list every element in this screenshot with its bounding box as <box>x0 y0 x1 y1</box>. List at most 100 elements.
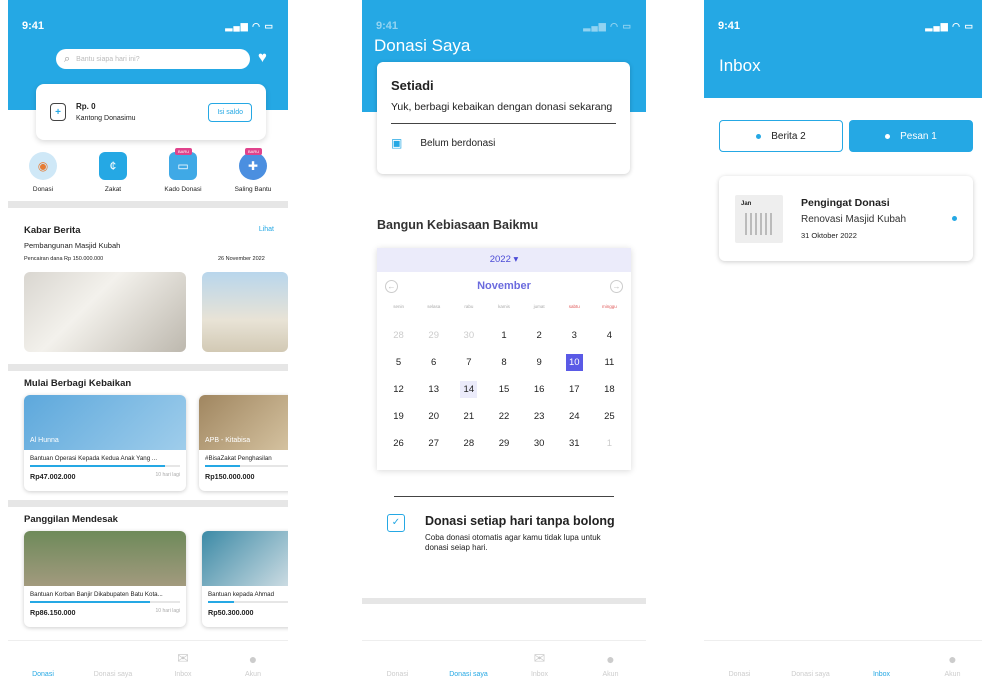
calendar-day[interactable]: 4 <box>592 322 627 349</box>
nav-donasi-saya[interactable]: Donasi saya <box>439 671 499 678</box>
calendar-day[interactable]: 27 <box>416 430 451 457</box>
campaign-amount: Rp50.300.000 <box>208 608 254 617</box>
calendar-day[interactable]: 16 <box>522 376 557 403</box>
calendar-day[interactable]: 31 <box>557 430 592 457</box>
calendar-day[interactable]: 7 <box>451 349 486 376</box>
weekday-label: selasa <box>427 304 441 309</box>
menu-saling-bantu[interactable]: ✚ BARU Saling Bantu <box>223 148 283 193</box>
prev-month-button[interactable]: ← <box>385 279 398 293</box>
menu-zakat[interactable]: ¢ Zakat <box>83 152 143 193</box>
nav-inbox[interactable]: ✉ Inbox <box>510 650 570 678</box>
status-time: 9:41 <box>376 20 399 32</box>
calendar-day[interactable]: 26 <box>381 430 416 457</box>
calendar-icon: Jan <box>735 194 783 243</box>
menu-kado-donasi[interactable]: ▭ BARU Kado Donasi <box>153 148 213 193</box>
donation-status: Belum berdonasi <box>420 137 496 149</box>
calendar-day[interactable]: 6 <box>416 349 451 376</box>
nav-akun[interactable]: ● Akun <box>581 651 641 678</box>
nav-inbox[interactable]: ✉ Inbox <box>153 650 213 678</box>
calendar-day[interactable]: 24 <box>557 403 592 430</box>
news-title: Kabar Berita <box>24 225 81 236</box>
urgent-title: Panggilan Mendesak <box>24 514 118 525</box>
auto-donation-section[interactable]: ✓ Donasi setiap hari tanpa bolong Coba d… <box>387 514 625 553</box>
share-title: Mulai Berbagi Kebaikan <box>24 378 132 389</box>
calendar-day[interactable]: 3 <box>557 322 592 349</box>
news-see-all-link[interactable]: Lihat <box>259 226 274 233</box>
new-badge: BARU <box>245 148 263 155</box>
quick-menu: ◉ Donasi ¢ Zakat ▭ BARU Kado Donasi ✚ BARU… <box>8 148 288 193</box>
calendar-day[interactable]: 1 <box>592 430 627 457</box>
status-bar: 9:41 ▂▄▆ ◠ ▭ <box>704 14 982 38</box>
calendar-day[interactable]: 29 <box>416 322 451 349</box>
calendar-day[interactable]: 17 <box>557 376 592 403</box>
calendar-day[interactable]: 29 <box>486 430 521 457</box>
calendar-day[interactable]: 5 <box>381 349 416 376</box>
year-selector[interactable]: 2022 ▾ <box>377 248 631 272</box>
calendar-day[interactable]: 19 <box>381 403 416 430</box>
news-image[interactable] <box>202 272 288 352</box>
calendar-day[interactable]: 30 <box>451 322 486 349</box>
campaign-card[interactable]: Bantuan kepada Ahmad Rp50.300.000 <box>202 531 288 627</box>
calendar-day[interactable]: 1 <box>486 322 521 349</box>
donation-icon: ◉ <box>29 152 57 180</box>
calendar-day[interactable]: 18 <box>592 376 627 403</box>
message-subtitle: Renovasi Masjid Kubah <box>801 214 907 225</box>
divider <box>8 500 288 507</box>
calendar-day[interactable]: 23 <box>522 403 557 430</box>
nav-donasi-saya[interactable]: Donasi saya <box>83 671 143 678</box>
heart-icon[interactable]: ♥ <box>258 49 267 66</box>
menu-donasi[interactable]: ◉ Donasi <box>13 152 73 193</box>
nav-donasi-saya[interactable]: Donasi saya <box>781 671 841 678</box>
status-bar: 9:41 ▂▄▆ ◠ ▭ <box>8 14 288 38</box>
calendar-day[interactable]: 25 <box>592 403 627 430</box>
campaign-card[interactable]: Al Hunna Bantuan Operasi Kepada Kedua An… <box>24 395 186 491</box>
nav-inbox[interactable]: Inbox <box>852 671 912 678</box>
signal-icon: ▂▄▆ ◠ ▭ <box>925 20 974 31</box>
calendar-day[interactable]: 21 <box>451 403 486 430</box>
nav-donasi[interactable]: Donasi <box>13 671 73 678</box>
status-time: 9:41 <box>718 20 741 32</box>
user-icon: ● <box>248 651 258 667</box>
calendar-day[interactable]: 15 <box>486 376 521 403</box>
calendar-day[interactable]: 11 <box>592 349 627 376</box>
campaign-title: Bantuan kepada Ahmad <box>208 591 275 598</box>
isi-saldo-button[interactable]: Isi saldo <box>208 102 252 122</box>
campaign-org: APB - Kitabisa <box>205 437 251 444</box>
calendar-day[interactable]: 20 <box>416 403 451 430</box>
message-item[interactable]: Jan Pengingat Donasi Renovasi Masjid Kub… <box>719 176 973 261</box>
unread-dot <box>952 216 957 221</box>
bottom-nav: Donasi Donasi saya ✉ Inbox ● Akun <box>8 640 288 690</box>
auto-desc: Coba donasi otomatis agar kamu tidak lup… <box>425 533 601 552</box>
nav-donasi[interactable]: Donasi <box>710 671 770 678</box>
calendar-day[interactable]: 14 <box>451 376 486 403</box>
next-month-button[interactable]: → <box>609 279 623 293</box>
calendar-day[interactable]: 13 <box>416 376 451 403</box>
nav-donasi[interactable]: Donasi <box>368 671 428 678</box>
calendar-day[interactable]: 28 <box>381 322 416 349</box>
weekday-label: sabtu <box>568 304 580 309</box>
menu-label: Saling Bantu <box>234 186 272 193</box>
calendar-day[interactable]: 28 <box>451 430 486 457</box>
donasi-saya-screen: 9:41 ▂▄▆ ◠ ▭ Donasi Saya Setiadi Yuk, be… <box>362 0 646 690</box>
tab-pesan[interactable]: Pesan 1 <box>849 120 973 152</box>
calendar-day[interactable]: 8 <box>486 349 521 376</box>
search-input[interactable]: ⌕ Bantu siapa hari ini? <box>56 49 250 69</box>
tab-berita[interactable]: Berita 2 <box>719 120 843 152</box>
auto-title: Donasi setiap hari tanpa bolong <box>425 514 615 528</box>
divider <box>394 496 614 497</box>
calendar-day[interactable]: 9 <box>522 349 557 376</box>
campaign-card[interactable]: Bantuan Korban Banjir Dikabupaten Batu K… <box>24 531 186 627</box>
bottom-nav: Donasi Donasi saya Inbox ● Akun <box>704 640 982 690</box>
weekday-label: minggu <box>602 304 617 309</box>
calendar-day[interactable]: 12 <box>381 376 416 403</box>
calendar-day[interactable]: 10 <box>557 349 592 376</box>
page-title: Inbox <box>719 56 761 75</box>
calendar-day[interactable]: 2 <box>522 322 557 349</box>
calendar-day[interactable]: 30 <box>522 430 557 457</box>
news-image[interactable] <box>24 272 186 352</box>
calendar-day[interactable]: 22 <box>486 403 521 430</box>
campaign-amount: Rp150.000.000 <box>205 472 255 481</box>
nav-akun[interactable]: ● Akun <box>923 651 982 678</box>
nav-akun[interactable]: ● Akun <box>223 651 283 678</box>
campaign-card[interactable]: APB - Kitabisa #BisaZakat Penghasilan Rp… <box>199 395 288 491</box>
